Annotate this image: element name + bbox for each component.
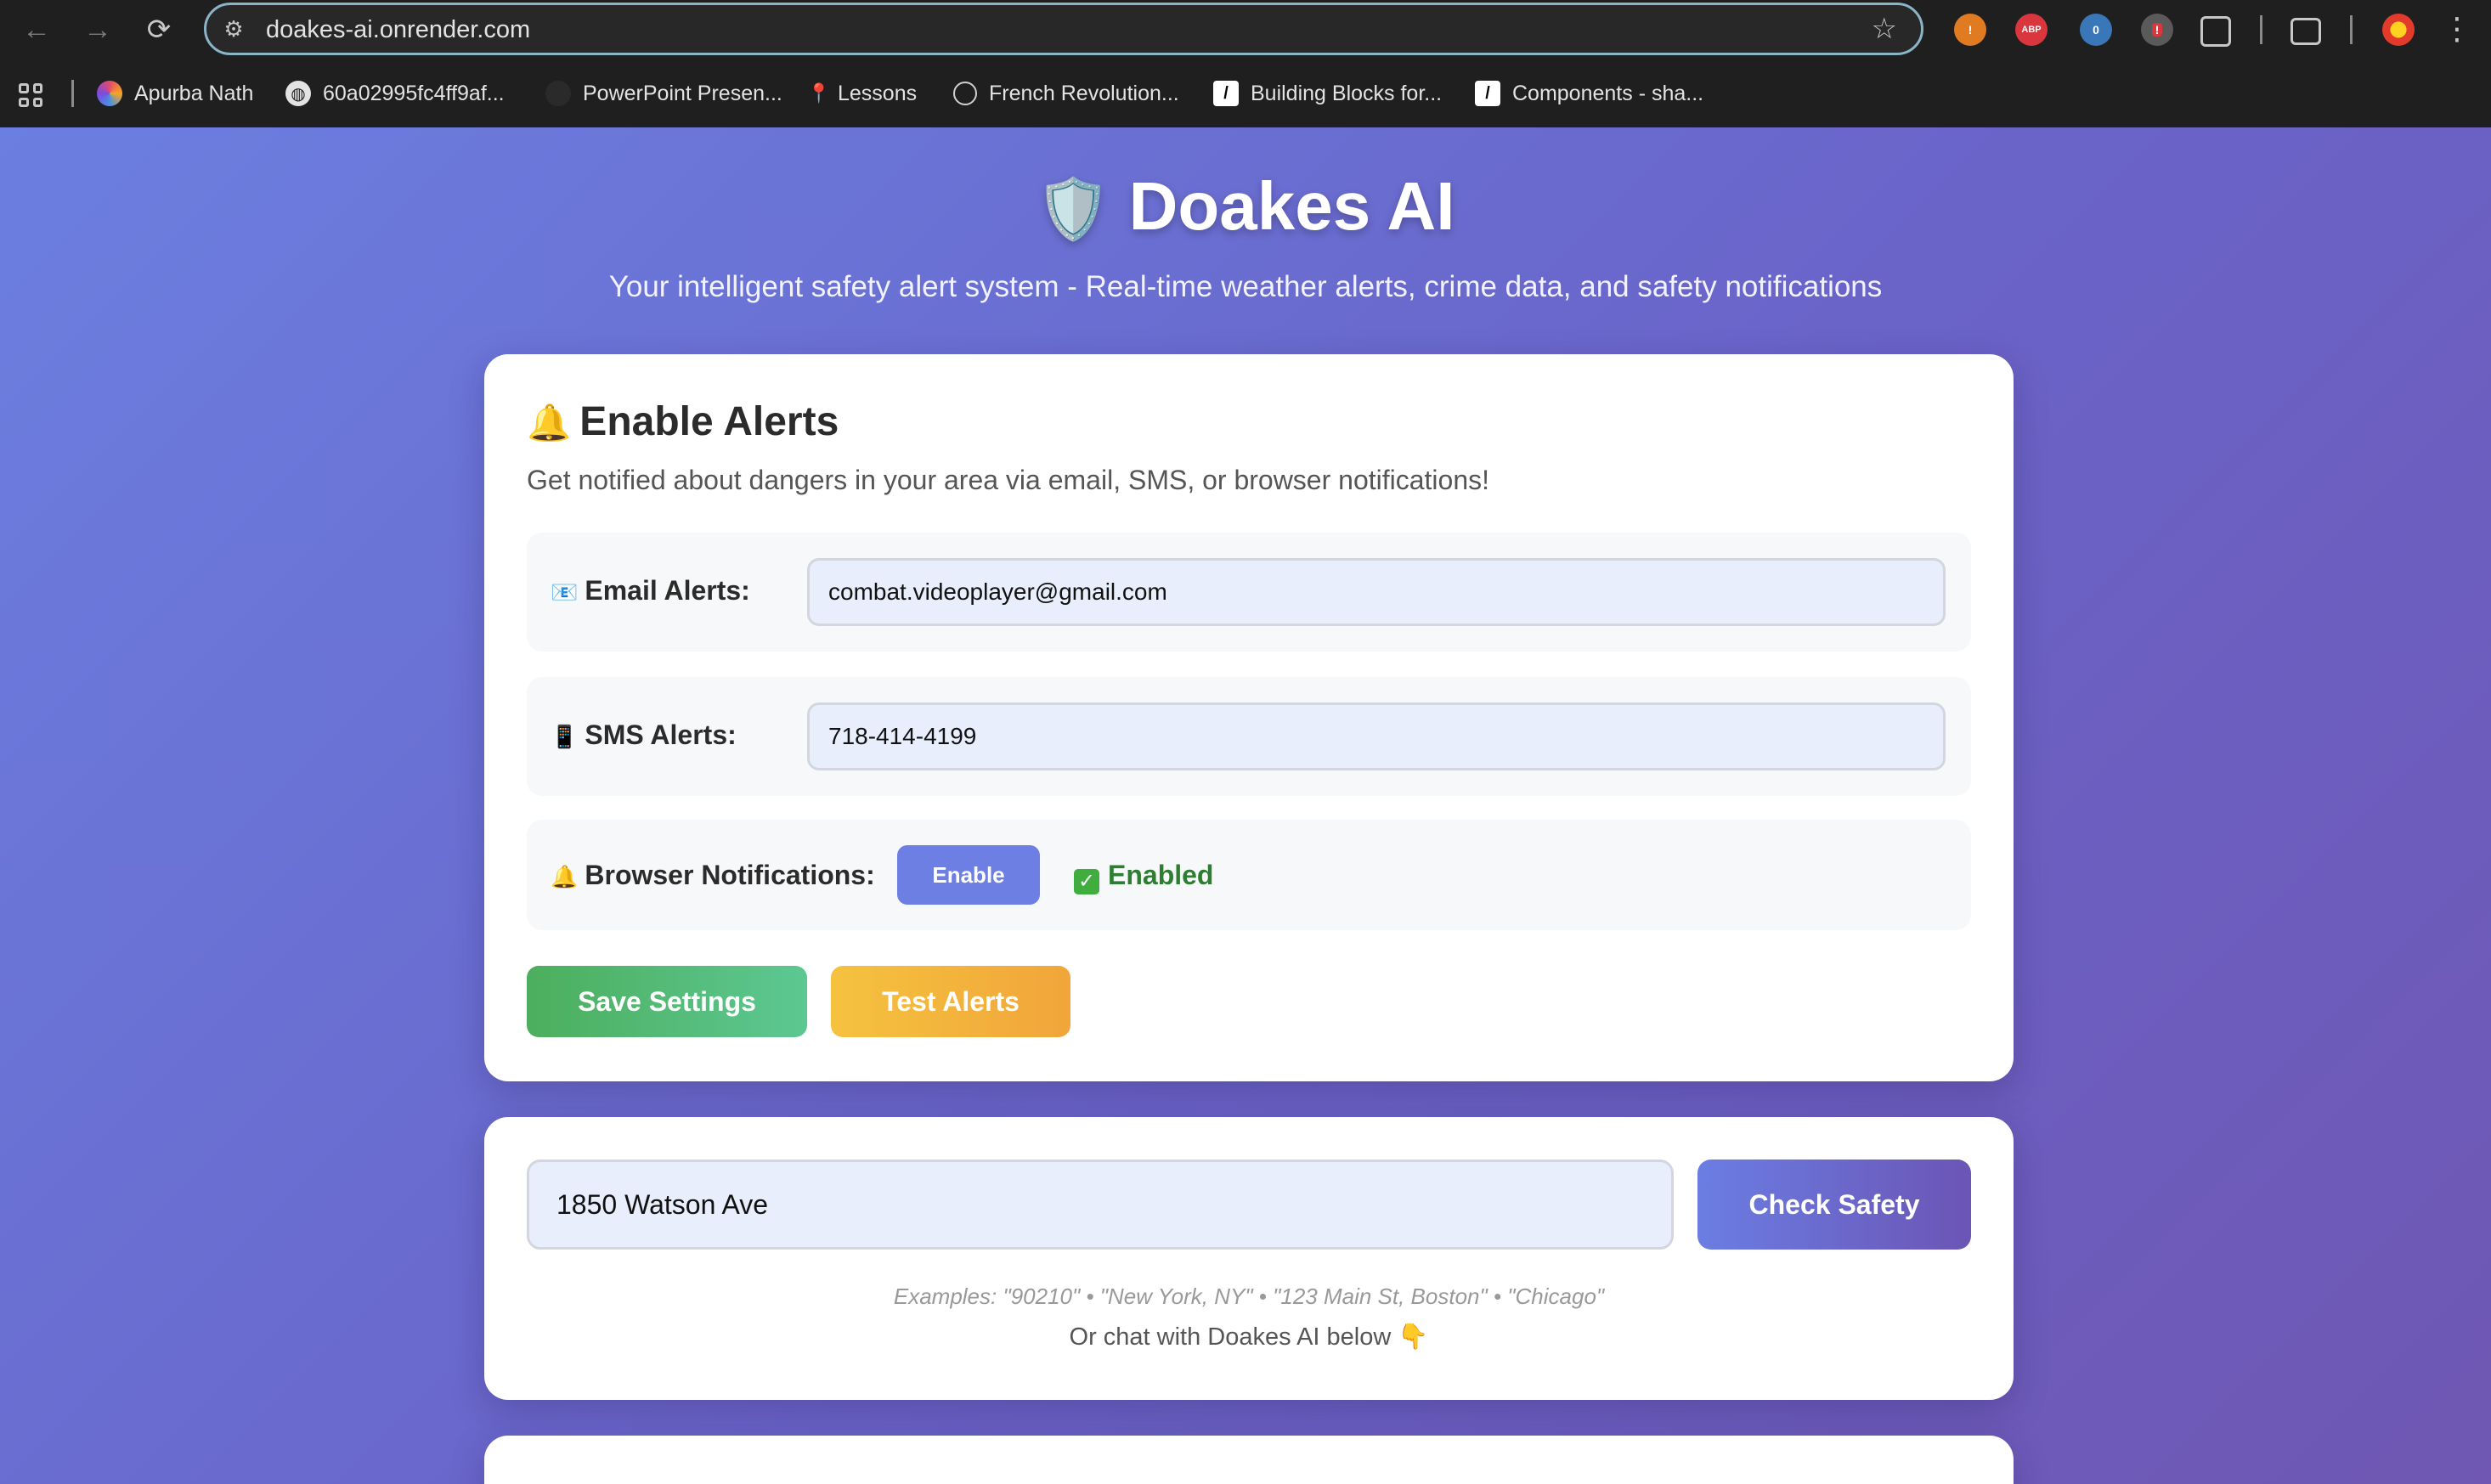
openai-icon xyxy=(953,82,977,105)
browser-notifications-label-text: Browser Notifications: xyxy=(585,860,875,890)
bookmark-item[interactable]: / Components - sha... xyxy=(1475,78,1703,109)
email-alerts-label: 📧 Email Alerts: xyxy=(551,573,750,609)
brave-shield-icon[interactable]: ! xyxy=(1954,14,1986,46)
bell-icon: 🔔 xyxy=(551,864,579,889)
brand-name: Doakes AI xyxy=(1128,168,1455,244)
email-icon: 📧 xyxy=(551,579,579,605)
bookmark-label: Lessons xyxy=(838,81,918,105)
test-alerts-button[interactable]: Test Alerts xyxy=(831,966,1070,1037)
colorful-swirl-icon xyxy=(97,81,122,106)
sms-field[interactable] xyxy=(807,703,1946,770)
bookmark-label: Apurba Nath xyxy=(134,81,254,105)
email-alerts-row: 📧 Email Alerts: xyxy=(527,533,1971,652)
email-field[interactable] xyxy=(807,558,1946,626)
browser-notifications-row: 🔔 Browser Notifications: Enable ✓ Enabled xyxy=(527,820,1971,930)
alerts-title-text: Enable Alerts xyxy=(579,399,839,444)
extensions-puzzle-icon[interactable] xyxy=(2200,16,2231,47)
back-arrow-icon[interactable]: ← xyxy=(19,12,54,48)
bookmark-item[interactable]: / Building Blocks for... xyxy=(1213,78,1442,109)
status-badge: ✓ Enabled xyxy=(1074,858,1213,894)
bookmark-star-icon[interactable]: ☆ xyxy=(1872,14,1897,44)
check-safety-button[interactable]: Check Safety xyxy=(1697,1160,1971,1250)
bookmark-label: Components - sha... xyxy=(1512,81,1704,105)
globe-icon: ◍ xyxy=(285,81,311,106)
sms-label-text: SMS Alerts: xyxy=(585,719,737,750)
bookmark-label: French Revolution... xyxy=(989,81,1179,105)
browser-toolbar: ← → ⟳ ⚙ doakes-ai.onrender.com ☆ ! ABP 0… xyxy=(0,0,2491,59)
chat-hint: Or chat with Doakes AI below 👇 xyxy=(1069,1323,1429,1351)
bookmark-label: PowerPoint Presen... xyxy=(583,81,782,105)
search-examples: Examples: "90210" • "New York, NY" • "12… xyxy=(893,1284,1605,1309)
forward-arrow-icon[interactable]: → xyxy=(80,12,116,48)
bookmarks-bar: Apurba Nath ◍ 60a02995fc4ff9af... PowerP… xyxy=(0,59,2491,128)
phone-icon: 📱 xyxy=(551,724,579,749)
checkmark-icon: ✓ xyxy=(1074,869,1099,894)
shadcn-icon: / xyxy=(1213,81,1239,106)
save-settings-button[interactable]: Save Settings xyxy=(527,966,807,1037)
apps-grid-icon[interactable] xyxy=(19,83,42,107)
reload-icon[interactable]: ⟳ xyxy=(141,12,177,48)
reading-list-icon[interactable] xyxy=(2290,18,2321,45)
alerts-description: Get notified about dangers in your area … xyxy=(527,465,1490,495)
toolbar-divider xyxy=(2350,15,2353,44)
blank-page-icon xyxy=(545,81,571,106)
bookmark-item[interactable]: French Revolution... xyxy=(953,78,1179,109)
privacy-badger-icon[interactable]: 0 xyxy=(2080,14,2112,46)
status-text: Enabled xyxy=(1108,860,1214,890)
sms-alerts-label: 📱 SMS Alerts: xyxy=(551,718,737,753)
toolbar-divider xyxy=(2260,15,2262,44)
page-title: 🛡️ Doakes AI xyxy=(0,168,2491,247)
bookmark-label: Building Blocks for... xyxy=(1251,81,1443,105)
bookmark-label: 60a02995fc4ff9af... xyxy=(323,81,505,105)
page-content: 🛡️ Doakes AI Your intelligent safety aler… xyxy=(0,127,2491,1484)
address-bar[interactable]: ⚙ doakes-ai.onrender.com ☆ xyxy=(204,3,1923,55)
alerts-card: 🔔 Enable Alerts Get notified about danger… xyxy=(484,354,2014,1081)
bookmark-item[interactable]: 📍 Lessons xyxy=(807,78,918,109)
shield-icon: 🛡️ xyxy=(1036,176,1110,242)
bookmark-item[interactable]: Apurba Nath xyxy=(97,78,253,109)
security-extension-icon[interactable]: ! xyxy=(2141,14,2173,46)
profile-avatar-icon[interactable] xyxy=(2382,14,2415,46)
chat-card xyxy=(484,1436,2014,1484)
adblock-plus-icon[interactable]: ABP xyxy=(2015,14,2048,46)
site-settings-icon[interactable]: ⚙ xyxy=(222,17,246,41)
page-tagline: Your intelligent safety alert system - R… xyxy=(608,270,1883,303)
pin-icon: 📍 xyxy=(807,82,831,104)
security-extension-badge: ! xyxy=(2151,23,2163,37)
address-input[interactable] xyxy=(527,1160,1674,1250)
bell-icon: 🔔 xyxy=(527,403,572,443)
sms-alerts-row: 📱 SMS Alerts: xyxy=(527,677,1971,796)
shadcn-icon: / xyxy=(1475,81,1500,106)
bookmark-item[interactable]: PowerPoint Presen... xyxy=(545,78,782,109)
bookmark-item[interactable]: ◍ 60a02995fc4ff9af... xyxy=(285,78,505,109)
enable-notifications-button[interactable]: Enable xyxy=(897,845,1040,905)
bookmarks-divider xyxy=(71,80,74,107)
alerts-title: 🔔 Enable Alerts xyxy=(527,397,839,449)
browser-notifications-label: 🔔 Browser Notifications: xyxy=(551,858,875,894)
browser-menu-icon[interactable]: ⋮ xyxy=(2442,10,2472,48)
email-label-text: Email Alerts: xyxy=(585,575,750,606)
address-bar-url: doakes-ai.onrender.com xyxy=(266,16,531,43)
location-search-card: Check Safety Examples: "90210" • "New Yo… xyxy=(484,1117,2014,1400)
